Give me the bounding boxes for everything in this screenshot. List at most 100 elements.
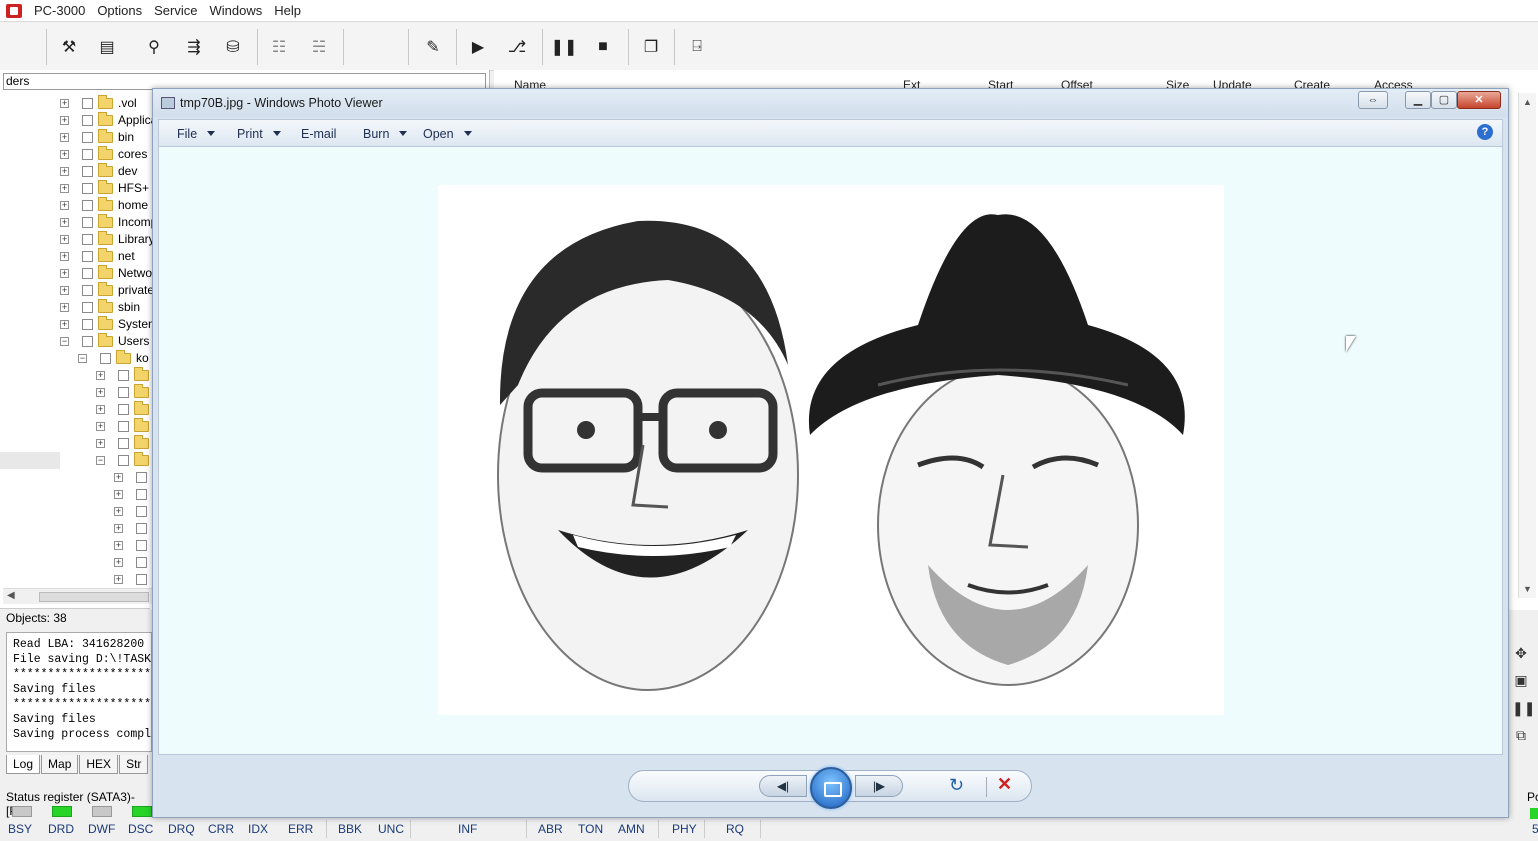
tree-checkbox[interactable] — [82, 251, 93, 262]
tree-checkbox[interactable] — [82, 319, 93, 330]
previous-button[interactable]: ◀| — [759, 775, 807, 797]
pause-small-icon[interactable]: ❚❚ — [1512, 700, 1535, 716]
expand-toggle-icon[interactable]: + — [96, 371, 105, 380]
tree-checkbox[interactable] — [82, 132, 93, 143]
tree-checkbox[interactable] — [82, 166, 93, 177]
tree-checkbox[interactable] — [82, 183, 93, 194]
tab-log[interactable]: Log — [6, 755, 41, 774]
expand-toggle-icon[interactable]: + — [114, 473, 123, 482]
expand-toggle-icon[interactable]: − — [60, 337, 69, 346]
tree-checkbox[interactable] — [136, 489, 147, 500]
tree-subitem[interactable]: − — [0, 452, 149, 469]
tree-checkbox[interactable] — [118, 370, 129, 381]
tree-checkbox[interactable] — [82, 98, 93, 109]
expand-toggle-icon[interactable]: + — [60, 167, 69, 176]
merge-icon[interactable]: ⇶ — [181, 34, 207, 60]
tree-checkbox[interactable] — [82, 115, 93, 126]
tab-hex[interactable]: HEX — [79, 755, 119, 774]
expand-toggle-icon[interactable]: + — [96, 405, 105, 414]
menu-help[interactable]: Help — [268, 3, 307, 18]
play-icon[interactable]: ▶ — [465, 34, 491, 60]
edit-icon[interactable]: ✎ — [420, 34, 446, 60]
tree-checkbox[interactable] — [136, 472, 147, 483]
export-icon[interactable]: ⧉ — [1512, 727, 1530, 743]
puzzle-icon[interactable]: ✥ — [1512, 645, 1530, 661]
tree-checkbox[interactable] — [118, 421, 129, 432]
tree-horizontal-scrollbar[interactable]: ◀ — [3, 588, 153, 604]
stop-icon[interactable]: ■ — [590, 34, 616, 60]
binoculars-icon[interactable]: ⚲ — [141, 34, 167, 60]
expand-toggle-icon[interactable]: + — [60, 133, 69, 142]
expand-toggle-icon[interactable]: + — [60, 252, 69, 261]
expand-toggle-icon[interactable]: + — [60, 201, 69, 210]
disk-icon[interactable]: ⛁ — [220, 34, 246, 60]
help-icon[interactable]: ? — [1477, 124, 1493, 140]
tree-expand-icon[interactable]: ☵ — [306, 34, 332, 60]
menu-open[interactable]: Open — [423, 127, 472, 141]
expand-toggle-icon[interactable]: − — [78, 354, 87, 363]
menu-email[interactable]: E-mail — [301, 127, 336, 141]
file-list-vertical-scrollbar[interactable]: ▲ ▼ — [1518, 93, 1536, 598]
menu-print[interactable]: Print — [237, 127, 281, 141]
expand-toggle-icon[interactable]: + — [60, 235, 69, 244]
delete-icon[interactable]: ✕ — [997, 774, 1012, 795]
tree-checkbox[interactable] — [82, 200, 93, 211]
expand-toggle-icon[interactable]: + — [114, 490, 123, 499]
expand-toggle-icon[interactable]: + — [60, 269, 69, 278]
tree-checkbox[interactable] — [82, 149, 93, 160]
minimize-button[interactable]: ▁ — [1405, 91, 1431, 109]
menu-service[interactable]: Service — [148, 3, 203, 18]
menu-burn[interactable]: Burn — [363, 127, 408, 141]
expand-toggle-icon[interactable]: + — [60, 184, 69, 193]
menu-options[interactable]: Options — [91, 3, 148, 18]
tree-checkbox[interactable] — [136, 540, 147, 551]
resize-arrows-icon[interactable]: ⇔ — [1358, 91, 1388, 109]
expand-toggle-icon[interactable]: + — [114, 541, 123, 550]
expand-toggle-icon[interactable]: + — [114, 575, 123, 584]
scroll-up-icon[interactable]: ▲ — [1523, 97, 1532, 107]
expand-toggle-icon[interactable]: + — [60, 320, 69, 329]
scroll-thumb[interactable] — [39, 592, 149, 602]
rotate-icon[interactable]: ↻ — [949, 775, 964, 796]
tools-icon[interactable]: ⚒ — [56, 34, 82, 60]
tab-map[interactable]: Map — [41, 755, 79, 774]
expand-toggle-icon[interactable]: + — [114, 558, 123, 567]
expand-toggle-icon[interactable]: − — [96, 456, 105, 465]
network-icon[interactable]: ⎇ — [504, 34, 530, 60]
tree-icon[interactable]: ☷ — [266, 34, 292, 60]
expand-toggle-icon[interactable]: + — [60, 303, 69, 312]
expand-toggle-icon[interactable]: + — [60, 150, 69, 159]
tree-checkbox[interactable] — [118, 387, 129, 398]
expand-toggle-icon[interactable]: + — [114, 524, 123, 533]
tree-checkbox[interactable] — [118, 438, 129, 449]
tree-checkbox[interactable] — [118, 455, 129, 466]
tree-checkbox[interactable] — [100, 353, 111, 364]
tree-checkbox[interactable] — [136, 506, 147, 517]
scroll-down-icon[interactable]: ▼ — [1523, 584, 1532, 594]
next-button[interactable]: |▶ — [855, 775, 903, 797]
photo-viewer-titlebar[interactable]: tmp70B.jpg - Windows Photo Viewer ⇔ ▁ ▢ … — [153, 89, 1508, 117]
exit-icon[interactable]: ⍈ — [684, 34, 710, 60]
tree-checkbox[interactable] — [82, 234, 93, 245]
maximize-button[interactable]: ▢ — [1431, 91, 1457, 109]
menu-file[interactable]: File — [177, 127, 216, 141]
scroll-left-icon[interactable]: ◀ — [7, 590, 15, 601]
tab-str[interactable]: Str — [119, 755, 149, 774]
tree-checkbox[interactable] — [82, 268, 93, 279]
menu-windows[interactable]: Windows — [203, 3, 268, 18]
tree-checkbox[interactable] — [82, 302, 93, 313]
close-button[interactable]: ✕ — [1457, 91, 1501, 109]
tree-checkbox[interactable] — [82, 285, 93, 296]
expand-toggle-icon[interactable]: + — [96, 388, 105, 397]
tree-checkbox[interactable] — [136, 557, 147, 568]
expand-toggle-icon[interactable]: + — [60, 286, 69, 295]
expand-toggle-icon[interactable]: + — [96, 439, 105, 448]
tree-checkbox[interactable] — [136, 523, 147, 534]
slideshow-button[interactable] — [810, 767, 852, 809]
tree-checkbox[interactable] — [82, 336, 93, 347]
tree-checkbox[interactable] — [136, 574, 147, 585]
expand-toggle-icon[interactable]: + — [96, 422, 105, 431]
expand-toggle-icon[interactable]: + — [60, 218, 69, 227]
windows-icon[interactable]: ❐ — [638, 34, 664, 60]
scroll-icon[interactable]: ▤ — [94, 34, 120, 60]
